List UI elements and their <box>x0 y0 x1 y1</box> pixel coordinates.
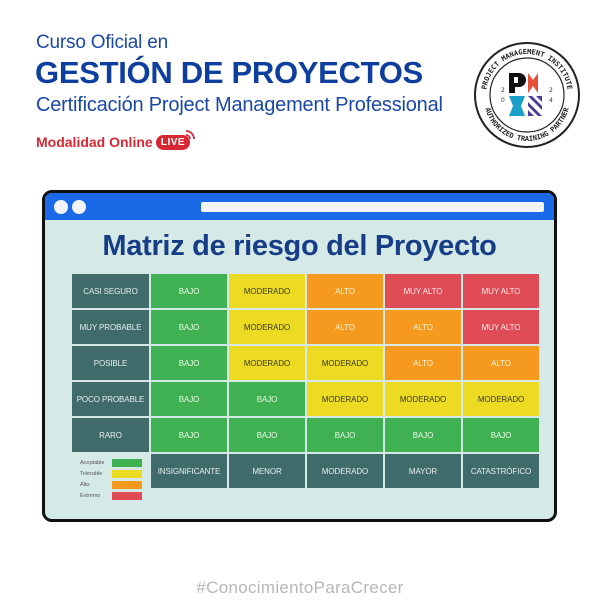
legend-swatch <box>112 469 142 478</box>
risk-cell: BAJO <box>463 418 539 452</box>
window-dot-2[interactable] <box>72 200 86 214</box>
window-dot-1[interactable] <box>54 200 68 214</box>
legend-swatch <box>112 480 142 489</box>
column-label: CATASTRÓFICO <box>463 454 539 488</box>
window-titlebar <box>45 193 554 220</box>
risk-cell: MODERADO <box>307 382 383 416</box>
year-left: 2 <box>501 87 505 94</box>
risk-cell: MUY ALTO <box>463 274 539 308</box>
year-right: 2 <box>549 87 553 94</box>
legend-label: Alto <box>80 481 90 488</box>
risk-cell: ALTO <box>385 346 461 380</box>
risk-cell: MODERADO <box>385 382 461 416</box>
pmi-badge: PROJECT MANAGEMENT INSTITUTE AUTHORIZED … <box>472 40 582 150</box>
legend-item: Extremo <box>80 490 142 501</box>
row-label: RARO <box>72 418 149 452</box>
risk-cell: MODERADO <box>307 346 383 380</box>
legend-item: Tolerable <box>80 468 142 479</box>
legend-item: Aceptable <box>80 457 142 468</box>
risk-cell: MODERADO <box>229 274 305 308</box>
risk-cell: BAJO <box>151 382 227 416</box>
risk-cell: BAJO <box>229 382 305 416</box>
legend-label: Tolerable <box>80 470 103 477</box>
svg-text:4: 4 <box>549 97 553 104</box>
risk-cell: MODERADO <box>463 382 539 416</box>
risk-cell: BAJO <box>151 346 227 380</box>
legend-swatch <box>112 458 142 467</box>
legend-item: Alto <box>80 479 142 490</box>
risk-cell: ALTO <box>463 346 539 380</box>
column-label: MENOR <box>229 454 305 488</box>
row-label: CASI SEGURO <box>72 274 149 308</box>
risk-cell: MODERADO <box>229 310 305 344</box>
broadcast-icon <box>185 130 195 140</box>
column-label: MAYOR <box>385 454 461 488</box>
risk-cell: MODERADO <box>229 346 305 380</box>
row-label: POSIBLE <box>72 346 149 380</box>
column-label: INSIGNIFICANTE <box>151 454 227 488</box>
course-subtitle: Certificación Project Management Profess… <box>36 94 443 116</box>
risk-cell: BAJO <box>151 418 227 452</box>
course-line1: Curso Oficial en <box>36 32 168 53</box>
risk-cell: BAJO <box>229 418 305 452</box>
column-label: MODERADO <box>307 454 383 488</box>
row-label: POCO PROBABLE <box>72 382 149 416</box>
legend-label: Aceptable <box>80 459 105 466</box>
legend: Aceptable Tolerable Alto Extremo <box>80 457 142 501</box>
risk-cell: ALTO <box>385 310 461 344</box>
risk-cell: ALTO <box>307 274 383 308</box>
risk-cell: BAJO <box>385 418 461 452</box>
browser-window: Matriz de riesgo del Proyecto CASI SEGUR… <box>42 190 557 522</box>
risk-cell: ALTO <box>307 310 383 344</box>
address-bar[interactable] <box>201 202 544 212</box>
risk-cell: BAJO <box>151 310 227 344</box>
modalidad-label: Modalidad Online <box>36 134 153 150</box>
risk-matrix: CASI SEGURO BAJO MODERADO ALTO MUY ALTO MUY A… <box>72 274 539 488</box>
live-badge: LIVE <box>156 130 195 152</box>
legend-label: Extremo <box>80 492 101 499</box>
risk-cell: BAJO <box>307 418 383 452</box>
matrix-title: Matriz de riesgo del Proyecto <box>102 230 497 262</box>
row-label: MUY PROBABLE <box>72 310 149 344</box>
course-title: GESTIÓN DE PROYECTOS <box>35 55 423 90</box>
risk-cell: MUY ALTO <box>463 310 539 344</box>
svg-text:0: 0 <box>501 97 505 104</box>
risk-cell: BAJO <box>151 274 227 308</box>
legend-swatch <box>112 491 142 500</box>
hashtag: #ConocimientoParaCrecer <box>196 578 404 597</box>
risk-cell: MUY ALTO <box>385 274 461 308</box>
